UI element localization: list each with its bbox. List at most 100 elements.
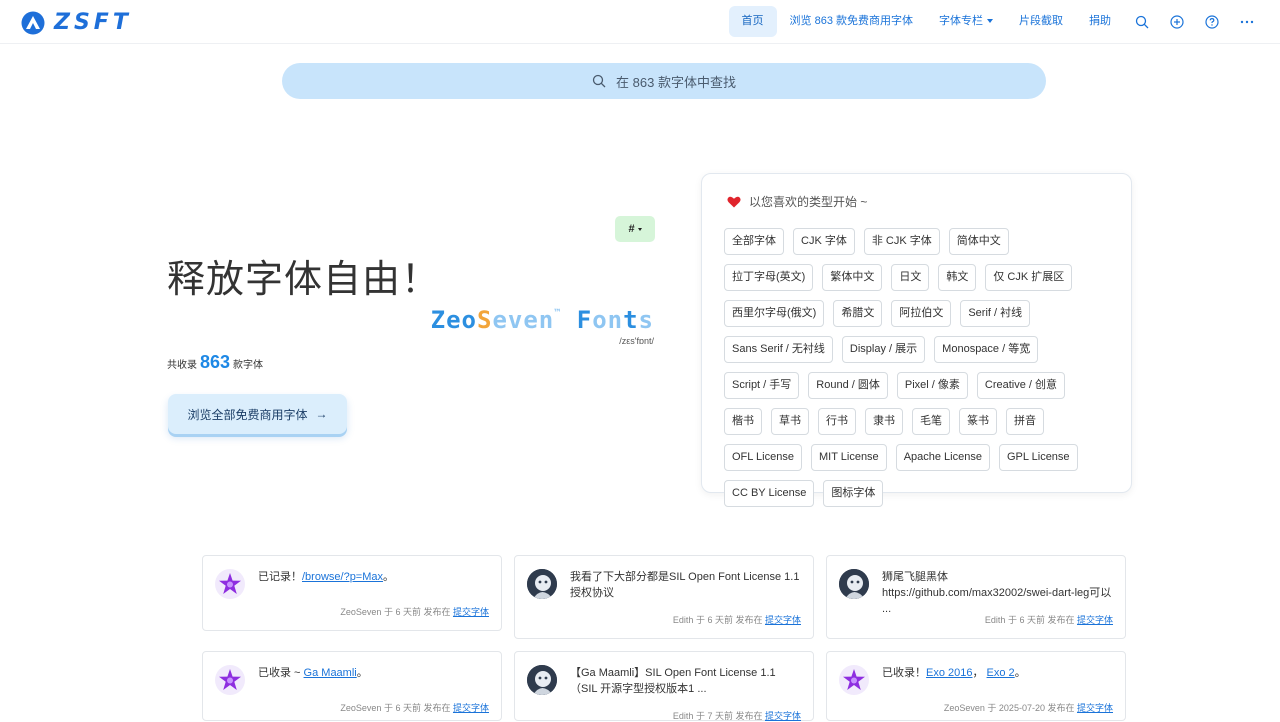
category-chip[interactable]: Pixel / 像素 [896, 372, 968, 399]
search-placeholder: 在 863 款字体中查找 [616, 74, 736, 90]
more-icon[interactable] [1229, 6, 1264, 37]
category-chip[interactable]: Monospace / 等宽 [934, 336, 1039, 363]
category-chip[interactable]: 韩文 [938, 264, 977, 291]
heart-icon [727, 196, 741, 208]
category-chip[interactable]: 拼音 [1006, 408, 1044, 435]
category-chip[interactable]: 拉丁字母(英文) [724, 264, 814, 291]
arrow-right-icon: → [315, 407, 328, 421]
category-chip[interactable]: 繁体中文 [822, 264, 883, 291]
phonetic-text: /zεs'fɒnt/ [619, 336, 654, 346]
category-chip[interactable]: 图标字体 [823, 480, 884, 507]
post-message: 已记录！ [258, 571, 302, 583]
category-chip[interactable]: Creative / 创意 [976, 372, 1066, 399]
hero-title: 释放字体自由！ [167, 257, 441, 301]
category-chip[interactable]: Display / 展示 [841, 336, 926, 363]
post-section-link[interactable]: 提交字体 [1077, 703, 1113, 713]
category-chip[interactable]: MIT License [810, 444, 887, 471]
nav-columns-dropdown[interactable]: 字体专栏 [926, 6, 1006, 37]
search-bar[interactable]: 在 863 款字体中查找 [282, 63, 1046, 99]
category-chip[interactable]: GPL License [998, 444, 1078, 471]
category-chip[interactable]: Sans Serif / 无衬线 [724, 336, 833, 363]
star-avatar-icon [215, 665, 245, 695]
post-meta: ZeoSeven 于 6 天前 发布在 提交字体 [340, 701, 489, 714]
category-chip[interactable]: Apache License [895, 444, 990, 471]
post-message: 已收录！ [882, 667, 926, 679]
category-chip[interactable]: 篆书 [959, 408, 997, 435]
nav-home[interactable]: 首页 [728, 6, 777, 37]
post-link[interactable]: Ga Maamli [304, 667, 357, 679]
category-chip[interactable]: 希腊文 [833, 300, 883, 327]
category-chip[interactable]: 简体中文 [948, 228, 1009, 255]
post-time: 于 6 天前 发布在 [1007, 615, 1075, 625]
category-chip[interactable]: 西里尔字母(俄文) [724, 300, 825, 327]
post-message: 我看了下大部分都是SIL Open Font License 1.1授权协议 [570, 571, 800, 599]
category-card: 以您喜欢的类型开始 ~ 全部字体 CJK 字体非 CJK 字体 简体中文拉丁字母(英… [701, 173, 1132, 507]
category-chip[interactable]: 仅 CJK 扩展区 [985, 264, 1073, 291]
brand-part: on [592, 306, 624, 334]
post-author: Edith [672, 711, 694, 721]
nav-donate[interactable]: 捐助 [1076, 6, 1124, 37]
post-link[interactable]: Exo 2 [987, 667, 1015, 679]
category-chip[interactable]: 阿拉伯文 [891, 300, 952, 327]
post-card[interactable]: 已收录！Exo 2016， Exo 2。 ZeoSeven 于 2025-07-2… [826, 651, 1126, 721]
category-chip[interactable]: 草书 [771, 408, 809, 435]
post-message: 。 [1014, 667, 1026, 679]
post-text: 狮尾飞腿黑体 https://github.com/max32002/swei-… [882, 569, 1114, 617]
brand-part: s [638, 306, 654, 334]
post-section-link[interactable]: 提交字体 [453, 607, 489, 617]
post-section-link[interactable]: 提交字体 [453, 703, 489, 713]
site-logo[interactable]: ZSFT [20, 10, 132, 35]
post-time: 于 6 天前 发布在 [383, 703, 451, 713]
user-avatar [527, 569, 557, 599]
post-card[interactable]: 已记录！/browse/?p=Max。 ZeoSeven 于 6 天前 发布在 提… [202, 555, 502, 631]
category-chip[interactable]: 隶书 [865, 408, 903, 435]
search-icon [592, 74, 606, 88]
post-card[interactable]: 【Ga Maamli】SIL Open Font License 1.1（SIL… [514, 651, 814, 721]
category-chip[interactable]: OFL License [724, 444, 802, 471]
post-section-link[interactable]: 提交字体 [765, 615, 801, 625]
post-message: 。 [383, 571, 395, 583]
post-message: 【Ga Maamli】SIL Open Font License 1.1（SIL… [570, 667, 776, 695]
add-circle-icon[interactable] [1159, 6, 1194, 37]
post-message: 已收录 ~ [258, 667, 304, 679]
post-meta: ZeoSeven 于 2025-07-20 发布在 提交字体 [944, 701, 1113, 714]
hash-tag-label: # [628, 223, 635, 235]
category-chip[interactable]: 全部字体 [724, 228, 784, 255]
category-chip[interactable]: Round / 圆体 [808, 372, 888, 399]
category-chip[interactable]: 日文 [891, 264, 930, 291]
category-heading-text: 以您喜欢的类型开始 ~ [749, 195, 868, 209]
category-chip[interactable]: 毛笔 [912, 408, 950, 435]
star-avatar-icon [839, 665, 869, 695]
category-chip[interactable]: 非 CJK 字体 [863, 228, 940, 255]
star-avatar-icon [215, 569, 245, 599]
post-link[interactable]: /browse/?p=Max [302, 571, 383, 583]
browse-all-button[interactable]: 浏览全部免费商用字体 → [168, 394, 347, 434]
post-link[interactable]: Exo 2016 [926, 667, 972, 679]
nav-browse[interactable]: 浏览 863 款免费商用字体 [777, 6, 926, 37]
category-chip[interactable]: 楷书 [724, 408, 762, 435]
category-chip[interactable]: CJK 字体 [793, 228, 855, 255]
nav-snippet[interactable]: 片段截取 [1006, 6, 1076, 37]
post-card[interactable]: 已收录 ~ Ga Maamli。 ZeoSeven 于 6 天前 发布在 提交字体 [202, 651, 502, 721]
post-card[interactable]: 狮尾飞腿黑体 https://github.com/max32002/swei-… [826, 555, 1126, 639]
logo-icon [21, 11, 45, 34]
search-icon[interactable] [1124, 6, 1159, 37]
count-prefix: 共收录 [167, 360, 197, 371]
hash-tag-dropdown[interactable]: # [615, 216, 655, 242]
post-time: 于 2025-07-20 发布在 [987, 703, 1075, 713]
brand-wordmark: ZeoSeven™ Fonts [431, 306, 654, 334]
brand-part: t [623, 306, 639, 334]
post-text: 已收录 ~ Ga Maamli。 [258, 665, 490, 681]
help-icon[interactable] [1194, 6, 1229, 37]
post-meta: Edith 于 6 天前 发布在 提交字体 [673, 613, 801, 626]
category-chip[interactable]: 行书 [818, 408, 856, 435]
category-chip[interactable]: Serif / 衬线 [960, 300, 1031, 327]
post-meta: Edith 于 6 天前 发布在 提交字体 [985, 613, 1113, 626]
post-section-link[interactable]: 提交字体 [765, 711, 801, 721]
post-card[interactable]: 我看了下大部分都是SIL Open Font License 1.1授权协议 Ed… [514, 555, 814, 639]
post-author: Edith [984, 615, 1006, 625]
category-chip[interactable]: CC BY License [724, 480, 815, 507]
post-section-link[interactable]: 提交字体 [1077, 615, 1113, 625]
category-chip[interactable]: Script / 手写 [724, 372, 800, 399]
count-number: 863 [200, 352, 231, 372]
